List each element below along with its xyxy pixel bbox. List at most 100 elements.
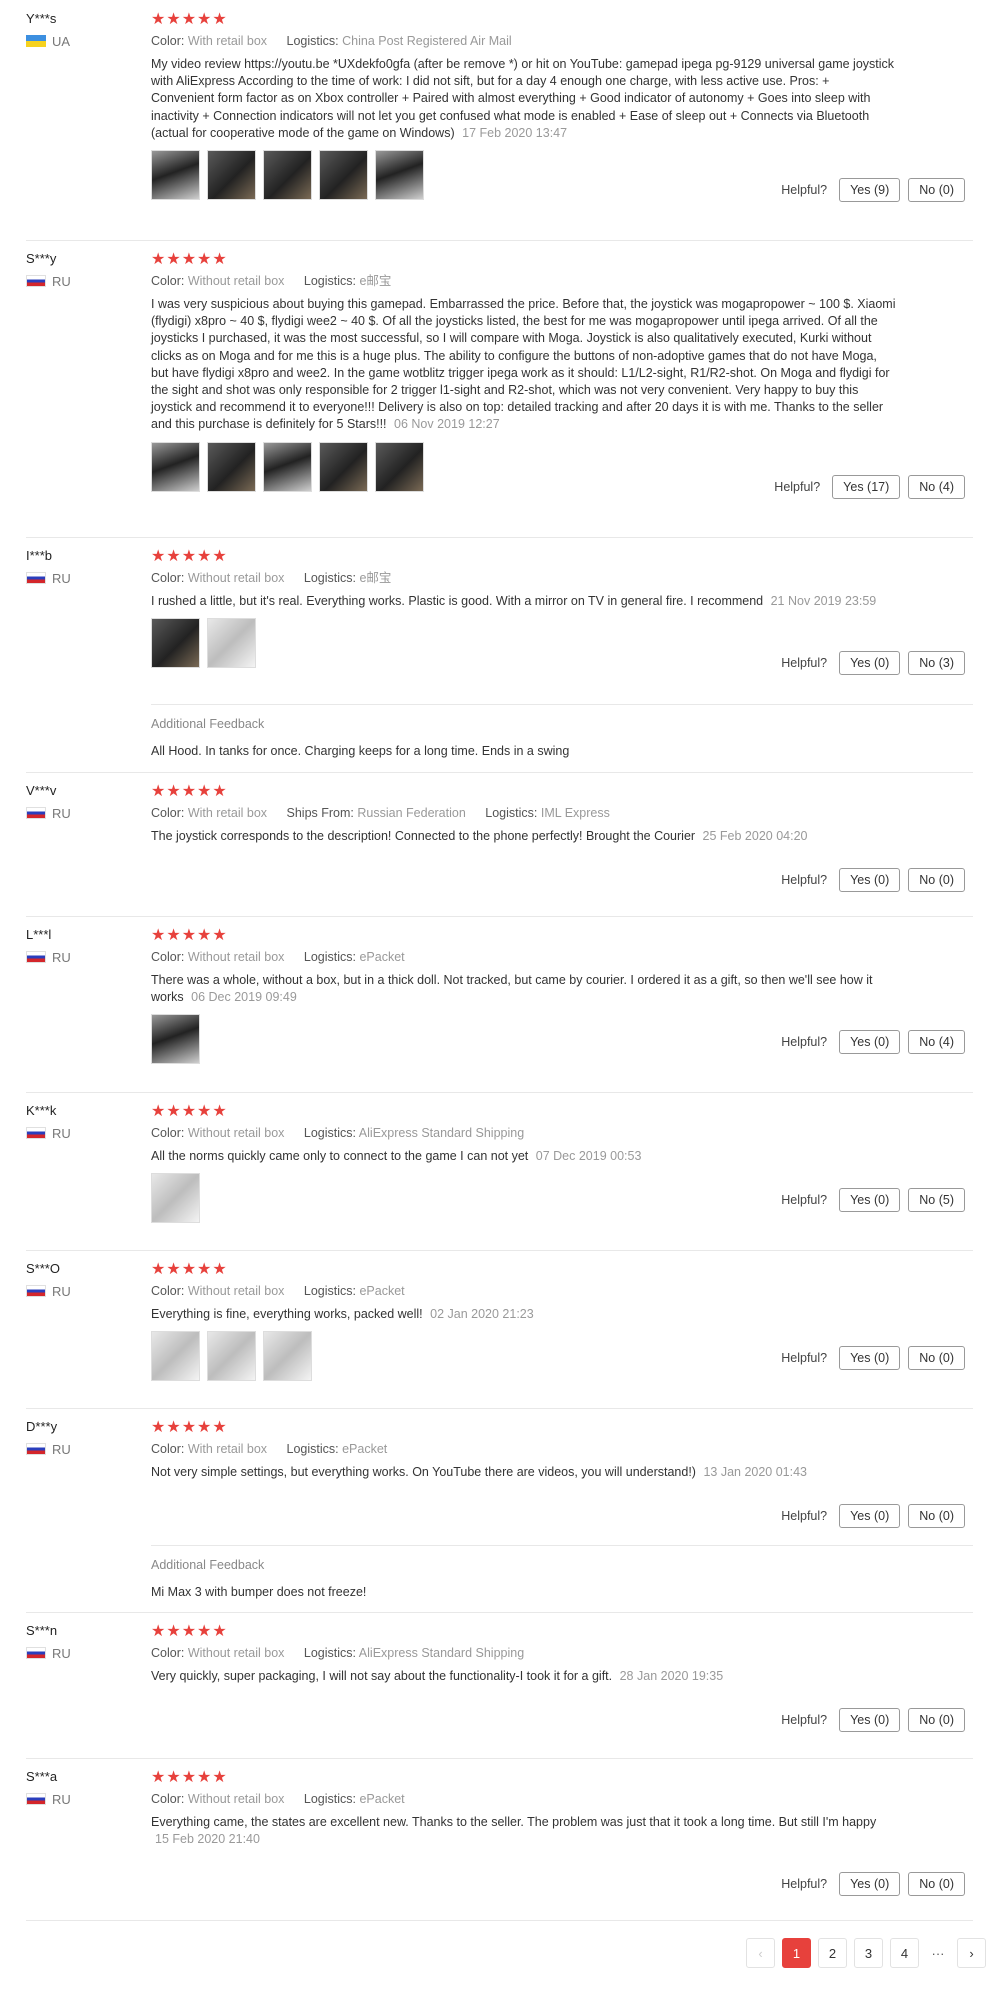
reviewer-info: S***y RU bbox=[26, 251, 136, 289]
review-photo-thumbnail[interactable] bbox=[263, 150, 312, 201]
ships-from-value: Russian Federation bbox=[357, 806, 466, 820]
logistics-label: Logistics: bbox=[303, 571, 356, 585]
helpful-yes-button[interactable]: Yes (0) bbox=[839, 1030, 901, 1054]
helpful-vote: Helpful? Yes (0) No (5) bbox=[781, 1188, 965, 1212]
helpful-vote: Helpful? Yes (0) No (0) bbox=[781, 1708, 965, 1732]
russia-flag-icon bbox=[26, 1647, 46, 1659]
review-photo-thumbnail[interactable] bbox=[319, 441, 368, 492]
review-text: Not very simple settings, but everything… bbox=[151, 1464, 896, 1481]
ships-from-label: Ships From: bbox=[286, 806, 354, 820]
review-text: Everything is fine, everything works, pa… bbox=[151, 1306, 896, 1323]
review-content: All the norms quickly came only to conne… bbox=[151, 1149, 529, 1163]
country-code: RU bbox=[52, 949, 71, 965]
helpful-yes-button[interactable]: Yes (0) bbox=[839, 1188, 901, 1212]
helpful-no-button[interactable]: No (4) bbox=[908, 475, 965, 499]
review-item: D***y RU ★★★★★ Color: With retail box Lo… bbox=[26, 1408, 973, 1613]
additional-feedback-title: Additional Feedback bbox=[151, 717, 265, 731]
reviewer-country: RU bbox=[26, 1126, 136, 1141]
logistics-value: ePacket bbox=[342, 1442, 388, 1456]
helpful-yes-button[interactable]: Yes (9) bbox=[839, 178, 901, 202]
logistics-value: ePacket bbox=[359, 1284, 405, 1298]
reviewer-country: RU bbox=[26, 571, 136, 586]
helpful-yes-button[interactable]: Yes (17) bbox=[832, 475, 901, 499]
helpful-no-button[interactable]: No (3) bbox=[908, 651, 965, 675]
color-label: Color: bbox=[151, 806, 185, 820]
helpful-vote: Helpful? Yes (0) No (0) bbox=[781, 1504, 965, 1528]
country-code: RU bbox=[52, 1441, 71, 1457]
review-content: Everything is fine, everything works, pa… bbox=[151, 1307, 423, 1321]
review-content: I rushed a little, but it's real. Everyt… bbox=[151, 594, 764, 608]
helpful-label: Helpful? bbox=[774, 480, 821, 494]
helpful-label: Helpful? bbox=[781, 183, 828, 197]
additional-feedback-title: Additional Feedback bbox=[151, 1558, 265, 1572]
review-photo-thumbnail[interactable] bbox=[263, 441, 312, 492]
review-photo-thumbnail[interactable] bbox=[151, 1014, 200, 1065]
helpful-label: Helpful? bbox=[781, 1509, 828, 1523]
helpful-no-button[interactable]: No (4) bbox=[908, 1030, 965, 1054]
helpful-no-button[interactable]: No (0) bbox=[908, 1504, 965, 1528]
helpful-no-button[interactable]: No (0) bbox=[908, 178, 965, 202]
review-body: ★★★★★ Color: With retail box Logistics: … bbox=[151, 1418, 973, 1481]
reviewer-name: I***b bbox=[26, 548, 53, 563]
next-page-chevron-icon[interactable]: › bbox=[957, 1938, 986, 1968]
page-button-3[interactable]: 3 bbox=[854, 1938, 883, 1968]
reviewer-country: RU bbox=[26, 1646, 136, 1661]
reviewer-info: L***l RU bbox=[26, 927, 136, 965]
russia-flag-icon bbox=[26, 1285, 46, 1297]
review-photo-thumbnail[interactable] bbox=[207, 618, 256, 669]
helpful-yes-button[interactable]: Yes (0) bbox=[839, 651, 901, 675]
review-body: ★★★★★ Color: With retail box Ships From:… bbox=[151, 782, 973, 845]
russia-flag-icon bbox=[26, 807, 46, 819]
rating-stars-icon: ★★★★★ bbox=[151, 1103, 228, 1120]
review-text: Very quickly, super packaging, I will no… bbox=[151, 1668, 896, 1685]
color-label: Color: bbox=[151, 571, 185, 585]
review-photo-thumbnail[interactable] bbox=[207, 441, 256, 492]
color-label: Color: bbox=[151, 1792, 185, 1806]
reviewer-country: RU bbox=[26, 1792, 136, 1807]
page-button-2[interactable]: 2 bbox=[818, 1938, 847, 1968]
logistics-label: Logistics: bbox=[303, 1284, 356, 1298]
color-label: Color: bbox=[151, 1284, 185, 1298]
color-value: Without retail box bbox=[187, 950, 285, 964]
review-date: 28 Jan 2020 19:35 bbox=[619, 1669, 724, 1683]
reviewer-name: D***y bbox=[26, 1419, 58, 1434]
review-photo-thumbnail[interactable] bbox=[151, 150, 200, 201]
reviewer-info: V***v RU bbox=[26, 783, 136, 821]
review-photo-thumbnail[interactable] bbox=[151, 618, 200, 669]
rating-stars-icon: ★★★★★ bbox=[151, 783, 228, 800]
review-body: ★★★★★ Color: Without retail box Logistic… bbox=[151, 1768, 973, 1848]
review-meta: Color: Without retail box Logistics: e邮宝 bbox=[151, 569, 973, 587]
logistics-value: ePacket bbox=[359, 950, 405, 964]
review-item: S***a RU ★★★★★ Color: Without retail box… bbox=[26, 1758, 973, 1921]
review-photo-thumbnail[interactable] bbox=[375, 150, 424, 201]
color-value: Without retail box bbox=[187, 1792, 285, 1806]
helpful-yes-button[interactable]: Yes (0) bbox=[839, 1708, 901, 1732]
page-button-1[interactable]: 1 bbox=[782, 1938, 811, 1968]
review-meta: Color: Without retail box Logistics: ePa… bbox=[151, 1282, 973, 1300]
review-photo-thumbnail[interactable] bbox=[151, 1173, 200, 1224]
helpful-no-button[interactable]: No (0) bbox=[908, 1872, 965, 1896]
review-photo-thumbnail[interactable] bbox=[151, 441, 200, 492]
prev-page-chevron-icon[interactable]: ‹ bbox=[746, 1938, 775, 1968]
review-photo-thumbnail[interactable] bbox=[151, 1331, 200, 1382]
helpful-no-button[interactable]: No (0) bbox=[908, 868, 965, 892]
review-photo-thumbnail[interactable] bbox=[319, 150, 368, 201]
helpful-yes-button[interactable]: Yes (0) bbox=[839, 1346, 901, 1370]
helpful-no-button[interactable]: No (0) bbox=[908, 1346, 965, 1370]
helpful-no-button[interactable]: No (5) bbox=[908, 1188, 965, 1212]
review-meta: Color: Without retail box Logistics: Ali… bbox=[151, 1124, 973, 1142]
helpful-yes-button[interactable]: Yes (0) bbox=[839, 1872, 901, 1896]
helpful-yes-button[interactable]: Yes (0) bbox=[839, 868, 901, 892]
page-button-4[interactable]: 4 bbox=[890, 1938, 919, 1968]
color-value: Without retail box bbox=[187, 1646, 285, 1660]
helpful-yes-button[interactable]: Yes (0) bbox=[839, 1504, 901, 1528]
logistics-value: IML Express bbox=[540, 806, 610, 820]
helpful-vote: Helpful? Yes (0) No (4) bbox=[781, 1030, 965, 1054]
review-photo-thumbnail[interactable] bbox=[375, 441, 424, 492]
review-photo-thumbnail[interactable] bbox=[263, 1331, 312, 1382]
review-photo-thumbnail[interactable] bbox=[207, 150, 256, 201]
reviewer-name: L***l bbox=[26, 927, 52, 942]
review-photo-thumbnail[interactable] bbox=[207, 1331, 256, 1382]
helpful-vote: Helpful? Yes (0) No (3) bbox=[781, 651, 965, 675]
helpful-no-button[interactable]: No (0) bbox=[908, 1708, 965, 1732]
